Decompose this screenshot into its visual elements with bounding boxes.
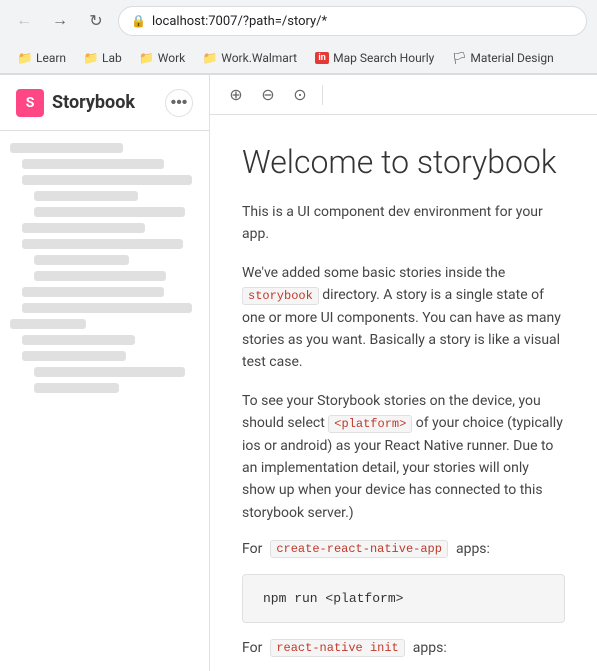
folder-icon: 📁 (203, 51, 217, 65)
for2-label: For (242, 640, 262, 656)
create-react-native-app-code: create-react-native-app (270, 540, 448, 558)
content-toolbar: ⊕ ⊖ ⊙ (210, 75, 597, 115)
bookmark-material-design[interactable]: 🏳 Material Design (444, 48, 561, 68)
skeleton-line (22, 287, 164, 297)
sidebar: S Storybook ••• (0, 75, 210, 671)
forward-button[interactable]: → (46, 7, 74, 35)
flag-icon: 🏳 (452, 51, 466, 65)
app-layout: S Storybook ••• (0, 75, 597, 671)
zoom-reset-button[interactable]: ⊙ (286, 81, 314, 109)
folder-icon: 📁 (18, 51, 32, 65)
bookmarks-bar: 📁 Learn 📁 Lab 📁 Work 📁 Work.Walmart in M… (0, 42, 597, 74)
ellipsis-icon: ••• (171, 94, 188, 112)
skeleton-line (22, 303, 192, 313)
bookmark-work-walmart[interactable]: 📁 Work.Walmart (195, 48, 305, 68)
skeleton-line (22, 239, 183, 249)
story-para1: This is a UI component dev environment f… (242, 201, 565, 246)
sidebar-header: S Storybook ••• (0, 75, 209, 131)
bookmark-learn[interactable]: 📁 Learn (10, 48, 74, 68)
toolbar-separator (322, 85, 323, 105)
skeleton-line (10, 143, 123, 153)
story-title: Welcome to storybook (242, 143, 565, 181)
back-button[interactable]: ← (10, 7, 38, 35)
for1-suffix: apps: (456, 541, 490, 557)
storybook-title: Storybook (52, 92, 135, 113)
react-native-init-code: react-native init (270, 639, 404, 657)
bookmark-work-label: Work (158, 51, 185, 65)
bookmark-material-design-label: Material Design (470, 51, 553, 65)
skeleton-line (22, 351, 126, 361)
folder-icon: 📁 (84, 51, 98, 65)
bookmark-map-search[interactable]: in Map Search Hourly (307, 48, 442, 68)
storybook-logo-icon: S (16, 89, 44, 117)
code-block-1-text: npm run <platform> (263, 591, 403, 606)
zoom-reset-icon: ⊙ (293, 85, 306, 105)
skeleton-line (22, 159, 164, 169)
bookmark-map-search-label: Map Search Hourly (333, 51, 434, 65)
bookmark-lab-label: Lab (102, 51, 122, 65)
skeleton-line (34, 255, 129, 265)
zoom-in-button[interactable]: ⊕ (222, 81, 250, 109)
storybook-logo: S Storybook (16, 89, 135, 117)
for1-label: For (242, 541, 262, 557)
skeleton-line (10, 319, 86, 329)
folder-icon: 📁 (140, 51, 154, 65)
story-para3: To see your Storybook stories on the dev… (242, 390, 565, 524)
story-para2: We've added some basic stories inside th… (242, 262, 565, 374)
skeleton-line (34, 383, 119, 393)
sidebar-menu-button[interactable]: ••• (165, 89, 193, 117)
bookmark-work[interactable]: 📁 Work (132, 48, 193, 68)
in-badge-icon: in (315, 51, 329, 65)
reload-icon: ↻ (89, 11, 102, 31)
lock-icon: 🔒 (131, 14, 146, 28)
bookmark-lab[interactable]: 📁 Lab (76, 48, 130, 68)
skeleton-line (34, 191, 138, 201)
reload-button[interactable]: ↻ (82, 7, 110, 35)
nav-bar: ← → ↻ 🔒 localhost:7007/?path=/story/* (0, 0, 597, 42)
address-bar[interactable]: 🔒 localhost:7007/?path=/story/* (118, 6, 587, 36)
story-content: Welcome to storybook This is a UI compon… (210, 115, 597, 671)
storybook-code-inline: storybook (242, 287, 319, 305)
bookmark-work-walmart-label: Work.Walmart (221, 51, 297, 65)
platform-code-inline: <platform> (328, 415, 412, 433)
url-text: localhost:7007/?path=/story/* (152, 14, 327, 29)
for2-suffix: apps: (413, 640, 447, 656)
skeleton-line (22, 223, 145, 233)
content-area: ⊕ ⊖ ⊙ Welcome to storybook This is a UI … (210, 75, 597, 671)
skeleton-line (34, 367, 185, 377)
for2-line: For react-native init apps: (242, 639, 565, 657)
skeleton-line (22, 175, 192, 185)
bookmark-learn-label: Learn (36, 51, 66, 65)
for1-line: For create-react-native-app apps: (242, 540, 565, 558)
zoom-in-icon: ⊕ (229, 85, 242, 105)
zoom-out-icon: ⊖ (261, 85, 274, 105)
code-block-1: npm run <platform> (242, 574, 565, 623)
browser-chrome: ← → ↻ 🔒 localhost:7007/?path=/story/* 📁 … (0, 0, 597, 75)
zoom-out-button[interactable]: ⊖ (254, 81, 282, 109)
back-icon: ← (16, 12, 32, 30)
skeleton-line (34, 207, 185, 217)
skeleton-line (34, 271, 166, 281)
forward-icon: → (52, 12, 68, 30)
sidebar-content (0, 131, 209, 405)
skeleton-line (22, 335, 135, 345)
